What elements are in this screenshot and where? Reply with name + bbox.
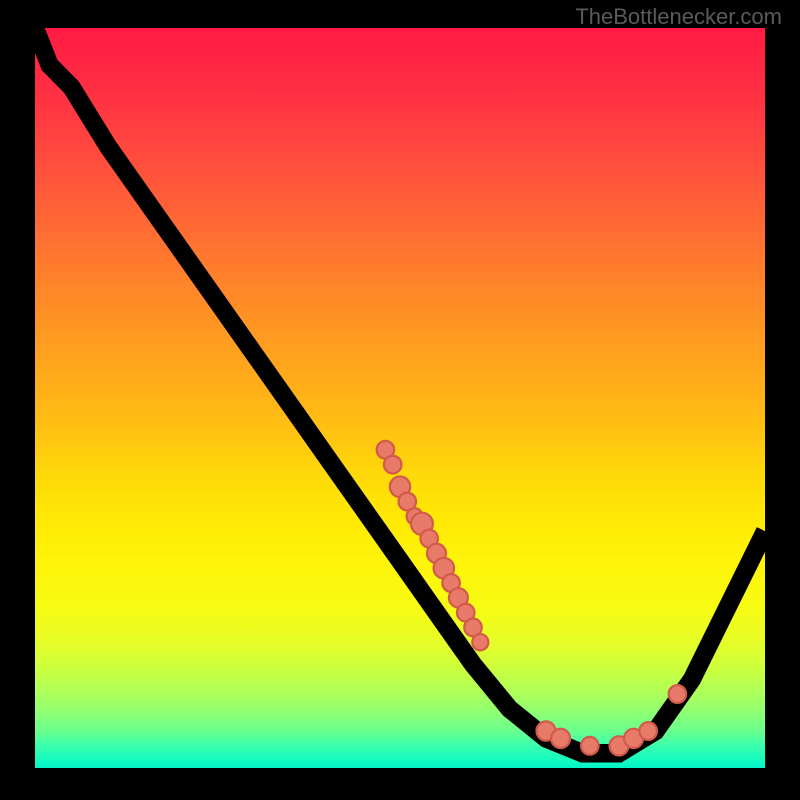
chart-plot-area <box>35 28 765 768</box>
data-point <box>669 685 687 703</box>
watermark-text: TheBottlenecker.com <box>575 4 782 30</box>
data-point <box>581 737 599 755</box>
bottleneck-curve <box>35 28 765 753</box>
data-point <box>472 634 488 650</box>
chart-svg <box>35 28 765 768</box>
data-point <box>551 729 570 748</box>
data-point <box>384 456 402 474</box>
data-point <box>639 722 657 740</box>
